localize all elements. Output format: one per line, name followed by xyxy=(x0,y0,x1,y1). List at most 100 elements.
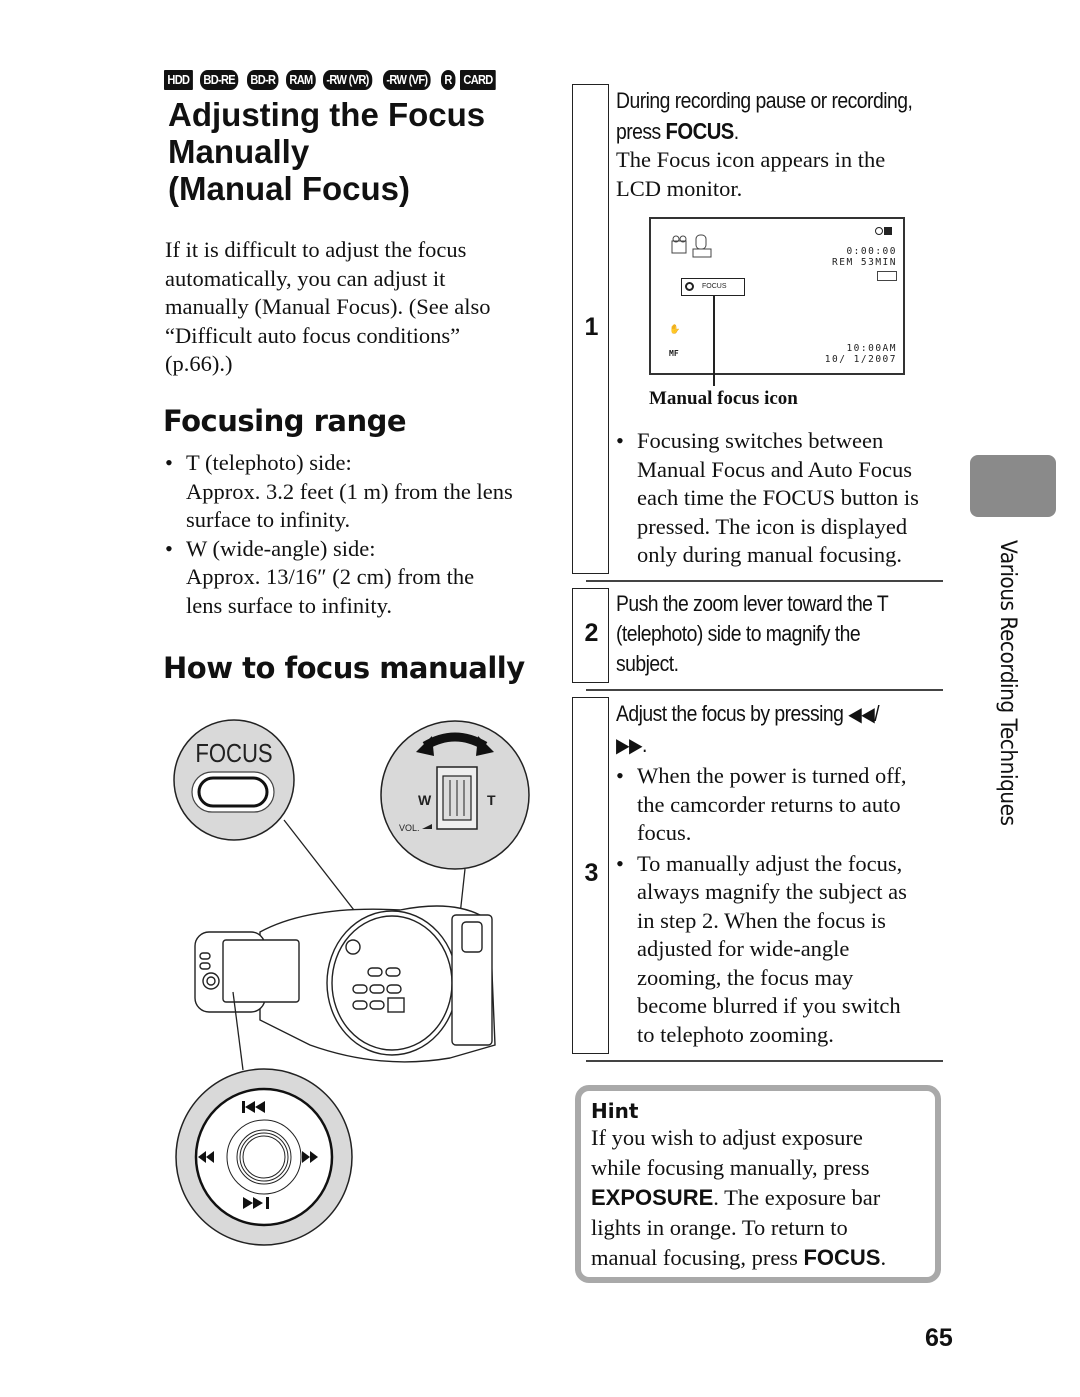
focusing-range-list: T (telephoto) side: Approx. 3.2 feet (1 … xyxy=(165,449,545,620)
note-line: When the power is turned off, xyxy=(637,763,907,788)
lcd-date: 10/ 1/2007 xyxy=(824,354,897,365)
note-line: always magnify the subject as xyxy=(637,879,907,904)
step-2-heading-line: (telephoto) side to magnify the xyxy=(616,621,861,646)
hint-title: Hint xyxy=(591,1099,639,1123)
note-line: focus. xyxy=(637,820,692,845)
media-badge-ram: RAM xyxy=(286,70,317,90)
focus-label: FOCUS xyxy=(195,739,272,768)
intro-paragraph: If it is difficult to adjust the focus a… xyxy=(165,236,545,379)
step-3-heading-line: Adjust the focus by pressing ◀◀/ xyxy=(616,701,880,726)
page-title: Adjusting the Focus Manually (Manual Foc… xyxy=(168,96,548,207)
manual-focus-indicator: FOCUS xyxy=(681,278,745,296)
step-3-note: To manually adjust the focus, always mag… xyxy=(616,850,946,1050)
how-to-heading: How to focus manually xyxy=(163,651,525,685)
lcd-counter: 0:00:00 REM 53MIN xyxy=(832,246,897,268)
media-badge-card: CARD xyxy=(459,70,496,90)
range-line: surface to infinity. xyxy=(186,507,351,532)
media-badge-rw-vr: -RW (VR) xyxy=(323,70,373,90)
focus-key-label: FOCUS xyxy=(665,118,735,144)
media-badges: HDD BD-RE BD-R RAM -RW (VR) -RW (VF) R C… xyxy=(164,70,502,90)
camera-mode-icon xyxy=(671,234,712,258)
hint-line: If you wish to adjust exposure xyxy=(591,1125,863,1150)
battery-icon xyxy=(877,271,897,281)
range-item-telephoto: T (telephoto) side: Approx. 3.2 feet (1 … xyxy=(165,449,545,535)
title-line: (Manual Focus) xyxy=(168,170,411,207)
hint-line: while focusing manually, press xyxy=(591,1155,870,1180)
hint-text: manual focusing, press xyxy=(591,1245,804,1270)
hint-line: manual focusing, press FOCUS. xyxy=(591,1243,925,1273)
intro-line: manually (Manual Focus). (See also xyxy=(165,294,491,319)
camcorder-body xyxy=(194,905,496,1071)
punct: . xyxy=(733,119,739,144)
step-1-notes: Focusing switches between Manual Focus a… xyxy=(616,427,946,570)
hint-line: lights in orange. To return to xyxy=(591,1215,848,1240)
rewind-icon: ◀◀ xyxy=(848,704,875,726)
step-divider xyxy=(586,1060,943,1062)
record-status-icon xyxy=(875,227,893,237)
step-1-heading: During recording pause or recording, pre… xyxy=(616,86,942,147)
lcd-timecode: 0:00:00 xyxy=(846,246,897,257)
note-line: Focusing switches between xyxy=(637,428,884,453)
step-divider xyxy=(586,580,943,582)
range-line: Approx. 13/16″ (2 cm) from the xyxy=(186,564,475,589)
step-3-heading-text: Adjust the focus by pressing xyxy=(616,701,849,726)
focus-key-label: FOCUS xyxy=(803,1245,881,1270)
press-text: press xyxy=(616,119,666,144)
title-line: Adjusting the Focus xyxy=(168,96,486,133)
note-line: only during manual focusing. xyxy=(637,542,902,567)
lcd-focus-label: FOCUS xyxy=(702,283,727,290)
step-1-heading-line: During recording pause or recording, xyxy=(616,88,913,113)
lcd-remaining: REM 53MIN xyxy=(832,257,897,268)
note-line: in step 2. When the focus is xyxy=(637,907,886,933)
step-1-body-line: LCD monitor. xyxy=(616,175,743,201)
hint-body: If you wish to adjust exposure while foc… xyxy=(591,1123,925,1273)
focus-ring-icon xyxy=(685,282,694,291)
media-badge-bd-r: BD-R xyxy=(246,70,279,90)
note-line: Manual Focus and Auto Focus xyxy=(637,456,912,482)
callout-line xyxy=(713,296,715,386)
range-label: T (telephoto) side: xyxy=(186,450,352,475)
lcd-clock: 10:00AM 10/ 1/2007 xyxy=(825,343,897,365)
step-3-number: 3 xyxy=(584,859,599,887)
step-divider xyxy=(586,689,943,691)
media-badge-bd-re: BD-RE xyxy=(199,70,239,90)
fast-forward-icon: ▶▶ xyxy=(616,735,643,757)
exposure-key-label: EXPOSURE xyxy=(591,1185,714,1210)
media-badge-rw-vf: -RW (VF) xyxy=(383,70,431,90)
intro-line: “Difficult auto focus conditions” xyxy=(165,322,461,348)
hint-text: . xyxy=(880,1245,887,1270)
step-1-body-line: The Focus icon appears in the xyxy=(616,147,886,172)
note-line: pressed. The icon is displayed xyxy=(637,513,908,539)
step-1-number: 1 xyxy=(584,313,599,341)
zoom-t-label: T xyxy=(487,792,496,808)
note-line: zooming, the focus may xyxy=(637,964,854,990)
step-1-body: The Focus icon appears in the LCD monito… xyxy=(616,146,885,203)
hint-text: . The exposure bar xyxy=(713,1185,881,1210)
note-line: adjusted for wide-angle xyxy=(637,936,850,961)
manual-focus-caption: Manual focus icon xyxy=(649,388,798,409)
step-3-note: When the power is turned off, the camcor… xyxy=(616,762,946,848)
step-3-heading: Adjust the focus by pressing ◀◀/ ▶▶. xyxy=(616,699,942,761)
intro-line: If it is difficult to adjust the focus xyxy=(165,237,467,262)
vol-label: VOL. xyxy=(399,823,420,833)
range-line: lens surface to infinity. xyxy=(186,592,392,618)
step-2-heading-line: subject. xyxy=(616,651,679,676)
media-badge-r: R xyxy=(441,70,456,90)
zoom-w-label: W xyxy=(418,792,432,808)
intro-line: (p.66).) xyxy=(165,351,233,376)
mf-icon: MF xyxy=(669,349,679,358)
hint-box: Hint If you wish to adjust exposure whil… xyxy=(575,1085,941,1283)
stabilizer-icon: ✋ xyxy=(669,325,681,335)
section-label: Various Recording Techniques xyxy=(995,540,1020,826)
title-line: Manually xyxy=(168,133,310,170)
step-3-heading-line: ▶▶. xyxy=(616,732,647,757)
note-line: To manually adjust the focus, xyxy=(637,850,903,876)
step-3-notes: When the power is turned off, the camcor… xyxy=(616,762,946,1049)
section-tab xyxy=(970,455,1056,517)
step-2-heading-line: Push the zoom lever toward the T xyxy=(616,591,889,616)
step-1-heading-line: press FOCUS. xyxy=(616,116,942,147)
lcd-time: 10:00AM xyxy=(846,343,897,354)
note-line: each time the FOCUS button is xyxy=(637,485,919,510)
camcorder-illustration: FOCUS W T VOL. xyxy=(173,719,530,1246)
intro-line: automatically, you can adjust it xyxy=(165,265,446,291)
